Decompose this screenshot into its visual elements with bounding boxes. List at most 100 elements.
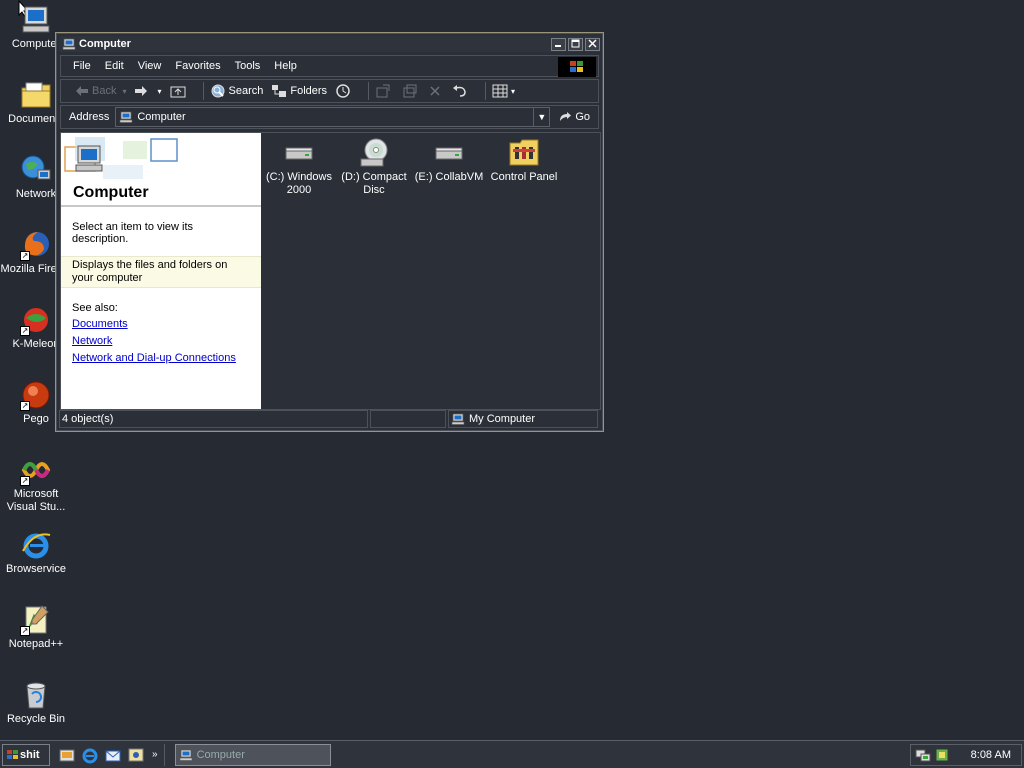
windows-logo	[558, 57, 596, 77]
undo-button[interactable]	[452, 84, 471, 98]
address-label: Address	[69, 111, 110, 123]
undo-icon	[453, 85, 466, 97]
tray-app-icon[interactable]	[935, 748, 949, 762]
item-label: (E:) CollabVM	[414, 171, 484, 183]
outlook-express-icon[interactable]	[104, 746, 122, 764]
address-dropdown-button[interactable]: ▼	[533, 108, 549, 126]
status-empty-cell	[370, 410, 446, 428]
network-icon	[21, 155, 51, 180]
close-button[interactable]	[585, 37, 600, 51]
link-documents[interactable]: Documents	[61, 318, 261, 331]
menu-file[interactable]: File	[73, 60, 91, 72]
go-button[interactable]: Go	[558, 111, 590, 123]
copy-to-icon	[403, 84, 417, 98]
desktop-icon-label: Recycle Bin	[6, 713, 66, 725]
views-dropdown-icon[interactable]: ▾	[511, 87, 515, 96]
item-label: (C:) Windows	[265, 171, 332, 183]
taskbar-separator	[163, 743, 165, 766]
folders-tree-icon	[272, 85, 287, 97]
item-label: Disc	[363, 184, 385, 196]
folders-button[interactable]: Folders	[271, 84, 327, 98]
link-network-dialup-connections[interactable]: Network and Dial-up Connections	[61, 352, 261, 365]
internet-explorer-icon	[22, 533, 51, 559]
computer-icon	[75, 145, 103, 172]
item-label: Control Panel	[490, 171, 558, 183]
web-view-pane: Computer Select an item to view its desc…	[61, 133, 261, 409]
forward-dropdown-icon[interactable]: ▾	[157, 87, 161, 96]
move-to-icon	[376, 84, 390, 98]
chevron-down-icon: ▼	[537, 112, 547, 122]
title-bar[interactable]: Computer	[59, 36, 600, 52]
documents-folder-icon	[21, 82, 51, 108]
desktop-icon-browservice[interactable]: Browservice	[0, 529, 72, 576]
drive-c-item[interactable]: (C:) Windows 2000	[262, 137, 336, 197]
content-area: Computer Select an item to view its desc…	[60, 132, 601, 410]
up-folder-button[interactable]	[170, 84, 189, 98]
menu-bar: File Edit View Favorites Tools Help	[60, 55, 599, 77]
clock[interactable]: 8:08 AM	[971, 749, 1011, 761]
network-drive-icon	[435, 147, 463, 160]
address-field[interactable]: Computer ▼	[115, 107, 551, 127]
control-panel-item[interactable]: Control Panel	[487, 137, 561, 184]
explorer-window[interactable]: Computer File Edit View Favorites Tools …	[55, 32, 604, 432]
status-zone: My Computer	[448, 410, 598, 428]
delete-button[interactable]	[429, 85, 444, 97]
show-desktop-icon[interactable]	[58, 746, 76, 764]
views-button[interactable]: ▾	[492, 84, 515, 98]
shortcut-arrow-icon: ↗	[20, 326, 30, 336]
address-bar: Address Computer ▼ Go	[60, 105, 599, 129]
views-grid-icon	[492, 84, 508, 98]
search-icon	[211, 84, 224, 98]
desktop-icon-notepadpp[interactable]: ↗ Notepad++	[0, 604, 72, 651]
computer-icon	[120, 111, 133, 123]
internet-explorer-icon[interactable]	[81, 746, 99, 764]
search-label: Search	[228, 85, 264, 97]
desktop-icon-label: Visual Stu...	[6, 501, 66, 513]
desktop-icon-visual-studio[interactable]: ↗ Microsoft Visual Stu...	[0, 454, 72, 514]
delete-icon	[430, 86, 440, 96]
copy-to-button[interactable]	[402, 83, 421, 99]
status-zone-text: My Computer	[469, 413, 536, 425]
windows-flag-icon	[7, 749, 18, 759]
quick-launch-more-button[interactable]: »	[152, 749, 158, 760]
network-status-icon[interactable]	[915, 748, 931, 762]
forward-button[interactable]: ▾	[134, 85, 162, 97]
move-to-button[interactable]	[375, 83, 394, 99]
back-button[interactable]: Back ▾	[75, 85, 126, 97]
taskbar-button-computer[interactable]: Computer	[174, 743, 331, 766]
history-button[interactable]	[335, 83, 354, 99]
media-player-icon[interactable]	[127, 746, 145, 764]
menu-favorites[interactable]: Favorites	[175, 60, 220, 72]
start-label: shit	[20, 748, 40, 761]
windows-flag-icon	[570, 61, 583, 72]
file-list: (C:) Windows 2000 (D:) Compact Disc (E:)…	[261, 133, 600, 409]
go-label: Go	[575, 111, 590, 123]
status-count-text: 4 object(s)	[62, 413, 114, 425]
go-arrow-icon	[560, 112, 572, 121]
computer-icon	[22, 6, 50, 33]
back-dropdown-icon[interactable]: ▾	[122, 87, 126, 96]
search-button[interactable]: Search	[210, 83, 264, 99]
menu-view[interactable]: View	[138, 60, 162, 72]
history-icon	[336, 84, 350, 98]
menu-help[interactable]: Help	[274, 60, 297, 72]
minimize-icon	[555, 44, 561, 47]
menu-tools[interactable]: Tools	[235, 60, 261, 72]
shortcut-arrow-icon: ↗	[20, 476, 30, 486]
maximize-icon	[571, 39, 580, 47]
drive-e-item[interactable]: (E:) CollabVM	[412, 137, 486, 184]
computer-icon	[451, 413, 465, 425]
item-label: (D:) Compact	[341, 171, 407, 183]
menu-edit[interactable]: Edit	[105, 60, 124, 72]
desktop-icon-label: Notepad++	[8, 638, 64, 650]
minimize-button[interactable]	[551, 37, 566, 51]
desktop-icon-recycle-bin[interactable]: Recycle Bin	[0, 679, 72, 726]
drive-d-item[interactable]: (D:) Compact Disc	[337, 137, 411, 197]
taskbar: shit » Computer 8:08 AM	[0, 740, 1024, 768]
maximize-button[interactable]	[568, 37, 583, 51]
toolbar-separator	[202, 82, 204, 100]
link-network[interactable]: Network	[61, 335, 261, 348]
shortcut-arrow-icon: ↗	[20, 626, 30, 636]
start-button[interactable]: shit	[2, 743, 50, 766]
status-bar: 4 object(s) My Computer	[59, 410, 600, 428]
